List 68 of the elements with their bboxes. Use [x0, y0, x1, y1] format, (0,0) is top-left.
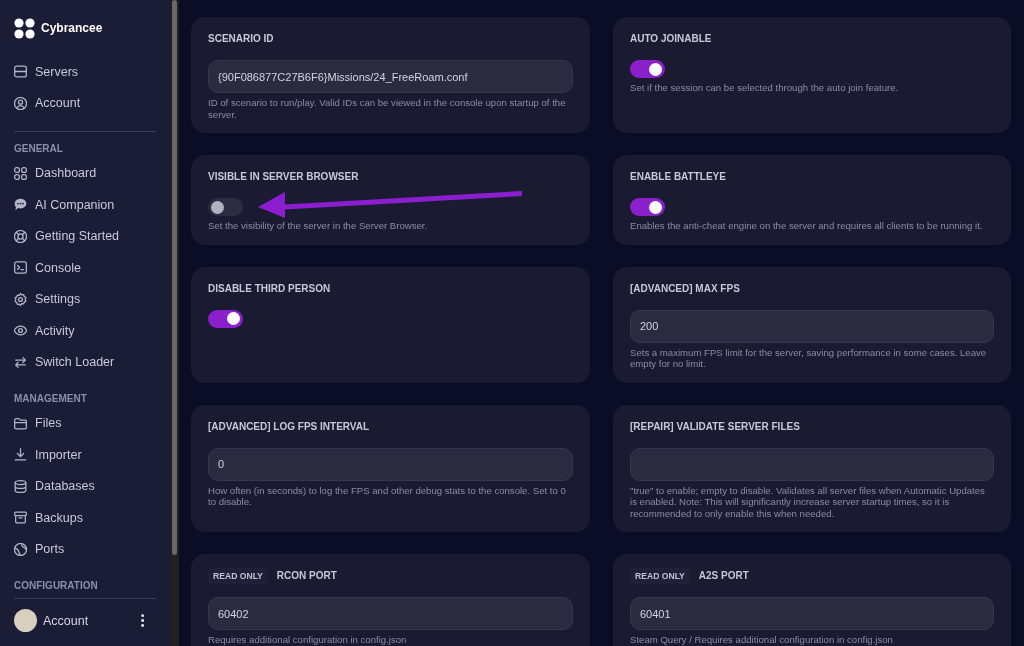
folder-icon: [14, 416, 27, 430]
user-icon: [14, 96, 27, 110]
setting-label: DISABLE THIRD PERSON: [208, 281, 331, 296]
read-only-badge: READ ONLY: [630, 568, 690, 584]
section-heading: MANAGEMENT: [14, 391, 88, 406]
toggle-switch[interactable]: [630, 198, 665, 216]
setting-description: How often (in seconds) to log the FPS and other debug stats to the console. Set to 0 to disable.: [208, 484, 567, 508]
sidebar-item[interactable]: Backups: [14, 502, 156, 534]
text-field[interactable]: [630, 447, 994, 481]
setting-label: AUTO JOINABLE: [630, 32, 712, 46]
avatar: [14, 609, 37, 632]
sidebar-item[interactable]: Settings: [14, 283, 156, 315]
sidebar-item[interactable]: Getting Started: [14, 220, 156, 252]
text-field[interactable]: {90F086877C27B6F6}Missions/24_FreeRoam.conf: [208, 60, 573, 93]
text-field[interactable]: 200: [630, 309, 994, 343]
setting-description: Requires additional configuration in config.json: [208, 634, 407, 646]
toggle-switch[interactable]: [208, 198, 243, 216]
setting-label: [REPAIR] VALIDATE SERVER FILES: [630, 419, 800, 434]
read-only-badge: READ ONLY: [208, 568, 268, 584]
vertical-dots-icon[interactable]: [140, 614, 144, 627]
lifebuoy-icon: [14, 229, 27, 243]
database-icon: [14, 479, 27, 493]
setting-description: "true" to enable; empty to disable. Validates all server files when Automatic Updates is enabled. Note: This will significantly increase server startup times, so it is recommended to only enable this when needed.: [630, 484, 986, 519]
setting-label: SCENARIO ID: [208, 32, 274, 46]
archive-box-icon: [14, 511, 27, 525]
sidebar-item[interactable]: Switch Loader: [14, 346, 156, 378]
setting-description: Steam Query / Requires additional configuration in config.json: [630, 634, 893, 646]
toggle-switch[interactable]: [630, 60, 665, 78]
setting-label: VISIBLE IN SERVER BROWSER: [208, 170, 359, 184]
settings-icon: [14, 292, 27, 306]
text-field[interactable]: 60401: [630, 597, 994, 630]
sidebar-item[interactable]: Dashboard: [14, 157, 156, 189]
setting-label: ENABLE BATTLEYE: [630, 170, 726, 184]
globe-icon: [14, 542, 27, 556]
section-heading: GENERAL: [14, 141, 64, 156]
grid-icon: [14, 166, 27, 180]
server-icon: [14, 65, 27, 79]
sidebar-item[interactable]: Ports: [14, 533, 156, 565]
eye-icon: [14, 324, 27, 337]
download-icon: [14, 448, 27, 462]
sidebar-item[interactable]: Files: [14, 407, 156, 439]
sidebar-item[interactable]: Servers: [14, 56, 156, 88]
setting-label: A2S PORT: [698, 569, 749, 583]
setting-label: [ADVANCED] LOG FPS INTERVAL: [208, 419, 370, 434]
chat-bubble-icon: [14, 198, 27, 211]
setting-description: Enables the anti-cheat engine on the server and requires all clients to be running it.: [630, 220, 983, 232]
toggle-switch[interactable]: [208, 309, 243, 328]
setting-label: RCON PORT: [276, 569, 337, 583]
circles-logo-icon: [14, 17, 35, 39]
account-name[interactable]: Account: [43, 613, 89, 628]
sidebar-item[interactable]: Console: [14, 251, 156, 284]
section-heading: CONFIGURATION: [14, 579, 99, 593]
text-field[interactable]: 60402: [208, 597, 573, 630]
sidebar-item[interactable]: Importer: [14, 439, 156, 471]
setting-description: Sets a maximum FPS limit for the server, saving performance in some cases. Leave empty for no limit.: [630, 346, 988, 370]
sidebar-item[interactable]: Databases: [14, 470, 156, 502]
sidebar-item[interactable]: AI Companion: [14, 188, 156, 221]
scrollbar-thumb[interactable]: [172, 0, 177, 555]
setting-description: ID of scenario to run/play. Valid IDs can be viewed in the console upon startup of the server.: [208, 97, 567, 120]
terminal-icon: [14, 261, 27, 274]
setting-description: Set the visibility of the server in the Server Browser.: [208, 220, 428, 232]
setting-description: Set if the session can be selected through the auto join feature.: [630, 82, 899, 94]
swap-arrows-icon: [14, 355, 27, 369]
text-field[interactable]: 0: [208, 447, 573, 481]
sidebar-item[interactable]: Activity: [14, 314, 156, 347]
brand-name: Cybrancee: [41, 21, 103, 35]
sidebar-item[interactable]: Account: [14, 87, 156, 119]
setting-label: [ADVANCED] MAX FPS: [630, 281, 740, 296]
